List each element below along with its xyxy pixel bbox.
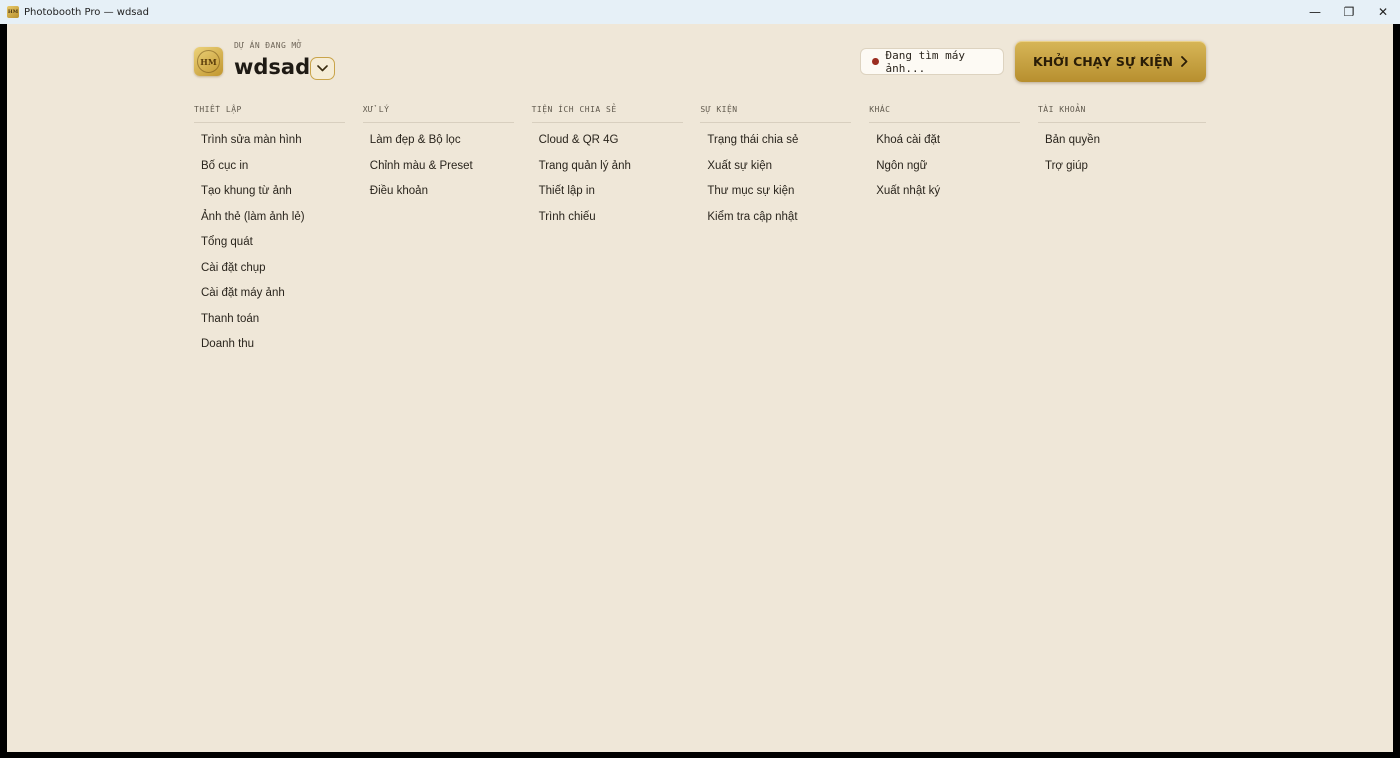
menu-column-tien-ich-chia-se: TIỆN ÍCH CHIA SẺ Cloud & QR 4G Trang quản … [531,105,683,360]
menu-item-cloud-qr-4g[interactable]: Cloud & QR 4G [532,130,683,156]
menu-column-header: SỰ KIỆN [700,105,852,123]
menu-column-khac: KHÁC Khoá cài đặt Ngôn ngữ Xuất nhật ký [869,105,1021,360]
menu-item-xuat-su-kien[interactable]: Xuất sự kiện [700,156,851,182]
chevron-right-icon [1181,56,1188,67]
menu-item-lam-dep-bo-loc[interactable]: Làm đẹp & Bộ lọc [363,130,514,156]
launch-event-button[interactable]: KHỞI CHẠY SỰ KIỆN [1015,41,1206,82]
restore-button[interactable]: ❐ [1332,0,1366,24]
menu-item-trinh-sua-man-hinh[interactable]: Trình sửa màn hình [194,130,345,156]
menu-item-list: Bản quyền Trợ giúp [1038,130,1206,181]
camera-status-text: Đang tìm máy ảnh... [885,48,966,75]
menu-column-header: THIẾT LẬP [194,105,345,123]
menu-column-header: TIỆN ÍCH CHIA SẺ [531,105,683,123]
menu-item-list: Cloud & QR 4G Trang quản lý ảnh Thiết lập … [532,130,683,232]
project-switch-button[interactable] [310,57,335,80]
project-logo: HM [194,47,223,76]
app-icon: HM [7,6,19,18]
project-name: wdsad [234,55,311,79]
menu-item-kiem-tra-cap-nhat[interactable]: Kiểm tra cập nhật [700,207,851,233]
chevron-down-icon [317,65,328,72]
menu-item-anh-the-lam-anh-le[interactable]: Ảnh thẻ (làm ảnh lẻ) [194,207,345,233]
menu-column-header: TÀI KHOẢN [1037,105,1206,123]
project-logo-text: HM [197,50,220,73]
menu-item-ban-quyen[interactable]: Bản quyền [1038,130,1206,156]
menu-item-list: Trình sửa màn hình Bố cục in Tạo khung từ … [194,130,345,360]
menu-column-su-kien: SỰ KIỆN Trạng thái chia sẻ Xuất sự kiện Thư… [700,105,852,360]
window-controls: — ❐ ✕ [1298,0,1400,24]
menu-item-trang-quan-ly-anh[interactable]: Trang quản lý ảnh [532,156,683,182]
menu-item-thiet-lap-in[interactable]: Thiết lập in [532,181,683,207]
menu-item-thanh-toan[interactable]: Thanh toán [194,309,345,335]
status-dot-icon [872,58,879,65]
menu-item-cai-dat-chup[interactable]: Cài đặt chụp [194,258,345,284]
menu-column-tai-khoan: TÀI KHOẢN Bản quyền Trợ giúp [1037,105,1206,360]
menu-item-thu-muc-su-kien[interactable]: Thư mục sự kiện [700,181,851,207]
menu-item-trang-thai-chia-se[interactable]: Trạng thái chia sẻ [700,130,851,156]
menu-item-chinh-mau-preset[interactable]: Chỉnh màu & Preset [363,156,514,182]
menu-item-list: Khoá cài đặt Ngôn ngữ Xuất nhật ký [869,130,1020,207]
close-button[interactable]: ✕ [1366,0,1400,24]
menu-item-dieu-khoan[interactable]: Điều khoản [363,181,514,207]
app-content: HM DỰ ÁN ĐANG MỞ wdsad Đang tìm máy ảnh.… [7,24,1393,752]
menu-item-trinh-chieu[interactable]: Trình chiếu [532,207,683,233]
menu-column-xu-ly: XỬ LÝ Làm đẹp & Bộ lọc Chỉnh màu & Preset Đ… [362,105,514,360]
menu-column-header: XỬ LÝ [362,105,514,123]
menu-column-header: KHÁC [869,105,1021,123]
menu-item-khoa-cai-dat[interactable]: Khoá cài đặt [869,130,1020,156]
window-titlebar: HM Photobooth Pro — wdsad — ❐ ✕ [0,0,1400,24]
window-title: Photobooth Pro — wdsad [24,6,149,18]
menu-item-list: Làm đẹp & Bộ lọc Chỉnh màu & Preset Điều k… [363,130,514,207]
camera-status-indicator: Đang tìm máy ảnh... [860,48,1004,75]
menu-item-tro-giup[interactable]: Trợ giúp [1038,156,1206,182]
project-caption: DỰ ÁN ĐANG MỞ [234,41,302,50]
launch-event-label: KHỞI CHẠY SỰ KIỆN [1033,54,1173,69]
settings-menu-grid: THIẾT LẬP Trình sửa màn hình Bố cục in Tạo … [194,105,1206,360]
menu-item-tong-quat[interactable]: Tổng quát [194,232,345,258]
menu-column-thiet-lap: THIẾT LẬP Trình sửa màn hình Bố cục in Tạo … [194,105,345,360]
menu-item-xuat-nhat-ky[interactable]: Xuất nhật ký [869,181,1020,207]
menu-item-cai-dat-may-anh[interactable]: Cài đặt máy ảnh [194,283,345,309]
menu-item-tao-khung-tu-anh[interactable]: Tạo khung từ ảnh [194,181,345,207]
minimize-button[interactable]: — [1298,0,1332,24]
menu-item-list: Trạng thái chia sẻ Xuất sự kiện Thư mục sự… [700,130,851,232]
menu-item-bo-cuc-in[interactable]: Bố cục in [194,156,345,182]
menu-item-ngon-ngu[interactable]: Ngôn ngữ [869,156,1020,182]
menu-item-doanh-thu[interactable]: Doanh thu [194,334,345,360]
